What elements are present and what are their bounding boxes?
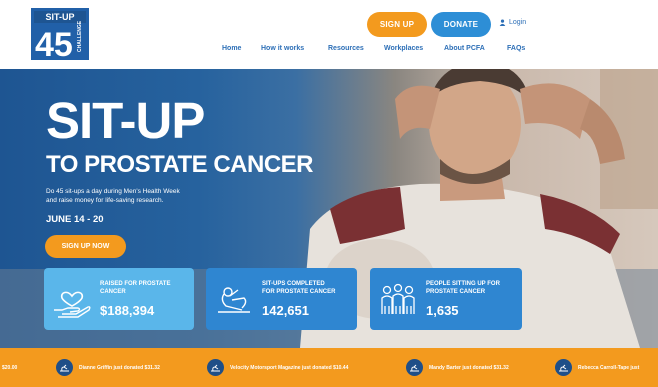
ticker-item-text: $20.00 xyxy=(2,364,18,371)
stat-situps-label-line-2: FOR PROSTATE CANCER xyxy=(262,289,336,295)
ticker-item: Velocity Motorsport Magazine just donate… xyxy=(207,348,348,387)
sign-up-button[interactable]: SIGN UP xyxy=(367,12,427,37)
challenge-dates: JUNE 14 - 20 xyxy=(46,214,104,225)
sign-up-now-button[interactable]: SIGN UP NOW xyxy=(45,235,126,258)
hero-banner: SIT-UP TO PROSTATE CANCER Do 45 sit-ups … xyxy=(0,69,658,348)
stat-card-people: PEOPLE SITTING UP FOR PROSTATE CANCER 1,… xyxy=(370,268,522,330)
login-label: Login xyxy=(509,19,527,26)
sit-up-avatar-icon xyxy=(406,359,423,376)
ticker-item-text: Rebecca Carroll-Tape just xyxy=(578,364,640,371)
hero-description-line-2: and raise money for life-saving research… xyxy=(46,197,164,204)
nav-home[interactable]: Home xyxy=(222,45,241,52)
hero-description-line-1: Do 45 sit-ups a day during Men's Health … xyxy=(46,188,180,195)
stat-people-label-line-1: PEOPLE SITTING UP FOR xyxy=(426,281,500,287)
stat-situps-value: 142,651 xyxy=(262,303,309,318)
stat-raised-label-line-1: RAISED FOR PROSTATE xyxy=(100,281,171,287)
ticker-item-text: Mandy Barter just donated $31.32 xyxy=(429,364,509,371)
stat-situps-label: SIT-UPS COMPLETED FOR PROSTATE CANCER xyxy=(262,280,335,296)
ticker-item: Mandy Barter just donated $31.32 xyxy=(406,348,509,387)
nav-about-pcfa[interactable]: About PCFA xyxy=(444,45,485,52)
svg-text:SIT-UP: SIT-UP xyxy=(45,12,74,22)
stat-card-raised: RAISED FOR PROSTATE CANCER $188,394 xyxy=(44,268,194,330)
stat-people-label-line-2: PROSTATE CANCER xyxy=(426,289,486,295)
people-group-icon xyxy=(381,283,415,314)
ticker-item-text: Velocity Motorsport Magazine just donate… xyxy=(230,364,349,371)
nav-how-it-works[interactable]: How it works xyxy=(261,45,304,52)
hero-subtitle: TO PROSTATE CANCER xyxy=(46,151,314,178)
sit-up-avatar-icon xyxy=(555,359,572,376)
sit-up-person-icon xyxy=(218,287,250,313)
stat-situps-label-line-1: SIT-UPS COMPLETED xyxy=(262,281,325,287)
ticker-item: Dianne Griffin just donated $31.32 xyxy=(56,348,160,387)
stat-raised-label: RAISED FOR PROSTATE CANCER xyxy=(100,280,170,296)
stat-raised-value: $188,394 xyxy=(100,303,155,318)
ticker-item: Rebecca Carroll-Tape just xyxy=(555,348,639,387)
nav-faqs[interactable]: FAQs xyxy=(507,45,525,52)
ticker-item: $20.00 xyxy=(2,348,17,387)
site-header: SIT-UP 45 CHALLENGE SIGN UP DONATE Login… xyxy=(0,0,658,69)
user-icon xyxy=(499,19,506,26)
sit-up-avatar-icon xyxy=(207,359,224,376)
donate-button[interactable]: DONATE xyxy=(431,12,491,37)
ticker-item-text: Dianne Griffin just donated $31.32 xyxy=(79,364,160,371)
stat-people-value: 1,635 xyxy=(426,303,459,318)
nav-resources[interactable]: Resources xyxy=(328,45,364,52)
donation-ticker: $20.00 Dianne Griffin just donated $31.3… xyxy=(0,348,658,387)
nav-workplaces[interactable]: Workplaces xyxy=(384,45,423,52)
hero-description: Do 45 sit-ups a day during Men's Health … xyxy=(46,187,226,205)
sit-up-avatar-icon xyxy=(56,359,73,376)
stat-card-situps: SIT-UPS COMPLETED FOR PROSTATE CANCER 14… xyxy=(206,268,357,330)
main-nav: Home How it works Resources Workplaces A… xyxy=(0,45,658,59)
heart-hand-icon xyxy=(54,291,91,318)
stat-people-label: PEOPLE SITTING UP FOR PROSTATE CANCER xyxy=(426,280,500,296)
hero-title: SIT-UP xyxy=(46,92,205,149)
stat-raised-label-line-2: CANCER xyxy=(100,289,126,295)
login-link[interactable]: Login xyxy=(499,19,526,26)
